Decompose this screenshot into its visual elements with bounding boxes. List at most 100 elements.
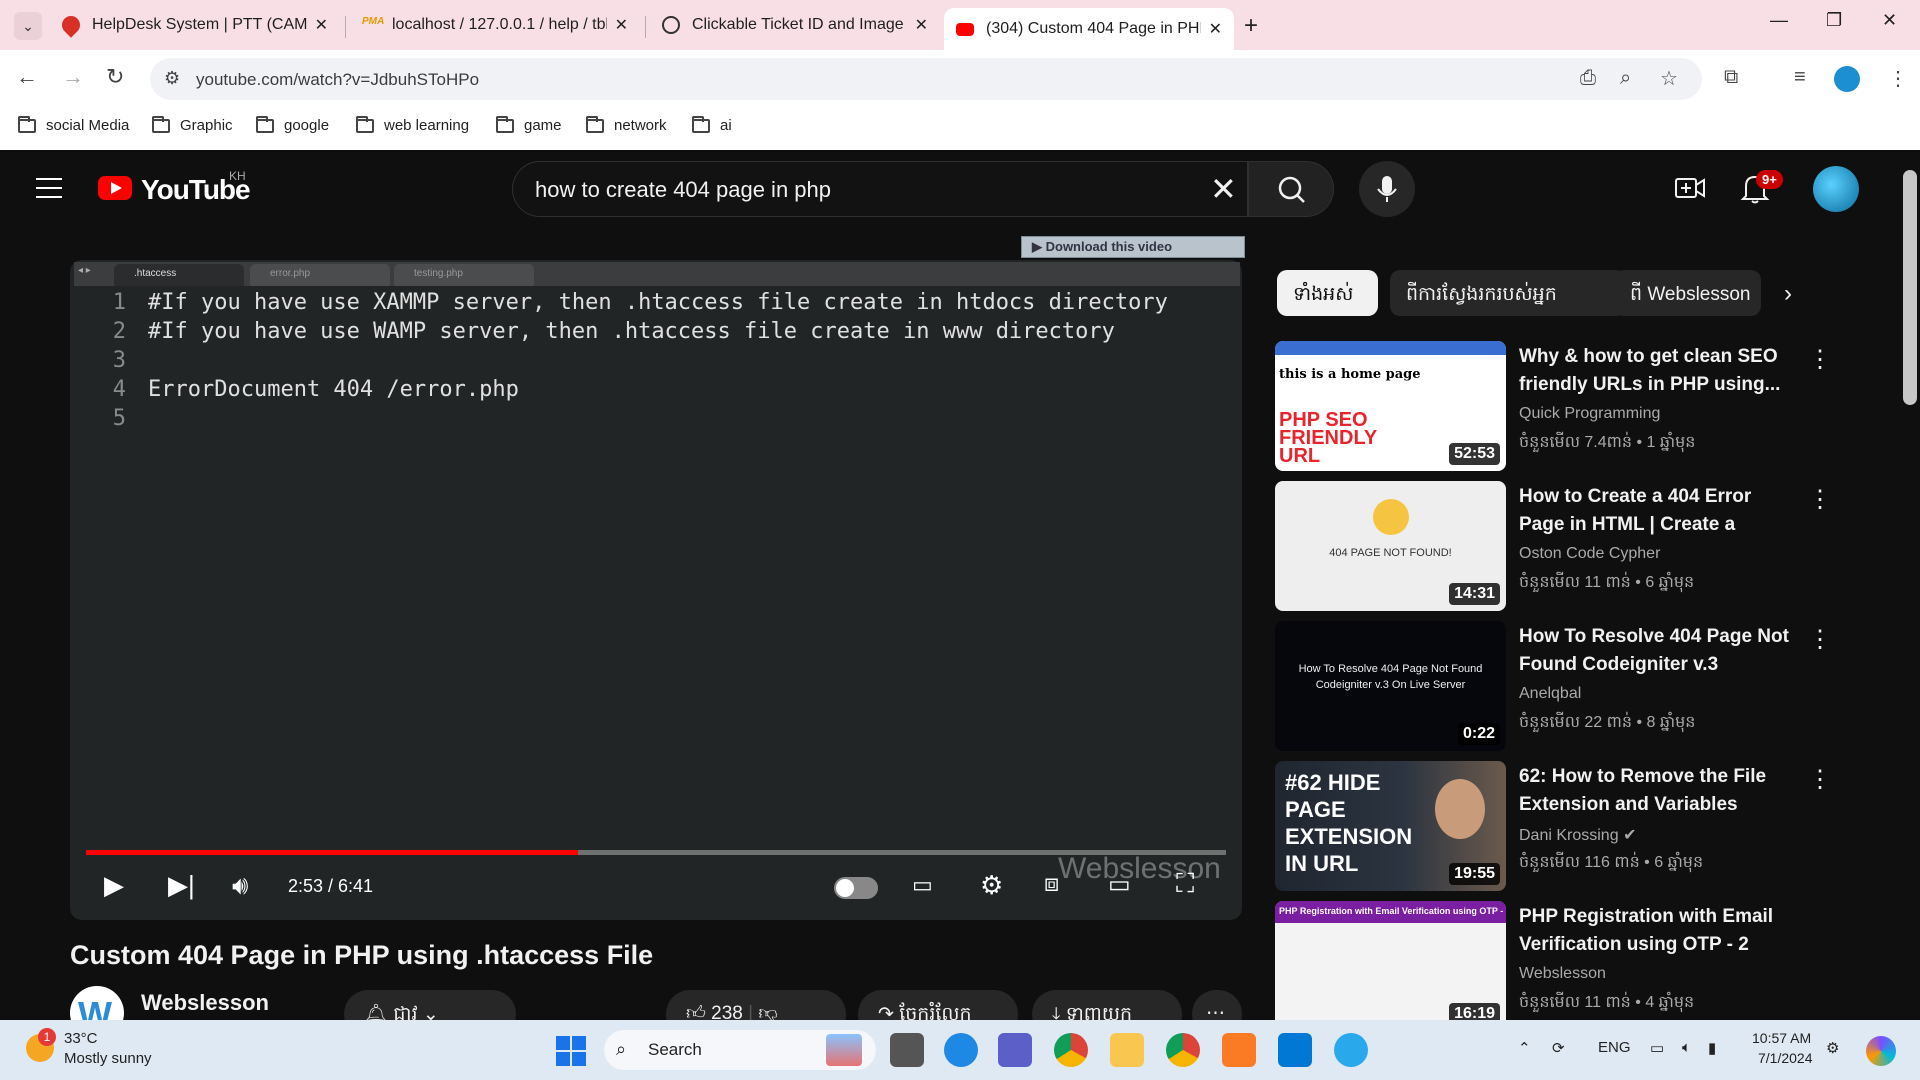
recommended-video[interactable]: 404 PAGE NOT FOUND! 14:31 How to Create … (1275, 481, 1832, 611)
video-thumbnail[interactable]: PHP Registration with Email Verification… (1275, 901, 1506, 1020)
xampp-icon[interactable] (1222, 1033, 1256, 1067)
bookmark-folder[interactable]: network (586, 115, 667, 134)
vscode-icon[interactable] (1278, 1033, 1312, 1067)
bookmark-star-icon[interactable]: ☆ (1660, 66, 1678, 91)
close-window-icon[interactable]: ✕ (1882, 10, 1897, 31)
close-icon[interactable]: ✕ (1209, 19, 1222, 39)
teams-icon[interactable] (998, 1033, 1032, 1067)
task-view-icon[interactable] (890, 1033, 924, 1067)
windows-start-icon[interactable] (556, 1036, 586, 1071)
taskbar-search-label[interactable]: Search (648, 1040, 702, 1060)
recommended-channel[interactable]: Dani Krossing ✔ (1519, 825, 1636, 845)
install-app-icon[interactable]: ⎙ (1580, 67, 1596, 90)
restore-icon[interactable]: ❐ (1826, 10, 1842, 31)
tray-chevron-up-icon[interactable]: ⌃ (1518, 1039, 1531, 1057)
bookmark-folder[interactable]: Graphic (152, 115, 233, 134)
new-tab-plus-icon[interactable]: + (1244, 12, 1258, 40)
recommended-video[interactable]: this is a home page PHP SEO FRIENDLY URL… (1275, 341, 1832, 471)
theater-mode-icon[interactable]: ▭ (1108, 870, 1131, 899)
download-video-button[interactable]: ▶ Download this video (1021, 236, 1245, 258)
hamburger-menu-icon[interactable] (36, 178, 62, 198)
video-thumbnail[interactable]: #62 HIDE PAGE EXTENSION IN URL 19:55 (1275, 761, 1506, 891)
battery-icon[interactable]: ▮ (1708, 1039, 1716, 1057)
chip-all[interactable]: ទាំងអស់ (1277, 270, 1378, 316)
tab-youtube-active[interactable]: (304) Custom 404 Page in PHP u ✕ (944, 8, 1234, 50)
bookmark-folder[interactable]: game (496, 115, 562, 134)
voice-search-button[interactable] (1359, 161, 1415, 217)
recommended-title[interactable]: How to Create a 404 Error Page in HTML |… (1519, 483, 1799, 539)
file-explorer-icon[interactable] (1110, 1033, 1144, 1067)
chip-from-channel[interactable]: ពី Webslesson (1614, 270, 1761, 316)
channel-name[interactable]: Webslesson (141, 990, 269, 1016)
copilot-icon[interactable] (1866, 1036, 1896, 1066)
bookmark-folder[interactable]: google (256, 115, 329, 134)
sync-icon[interactable]: ⟳ (1552, 1039, 1565, 1057)
minimize-icon[interactable]: — (1770, 10, 1788, 31)
clock-date[interactable]: 7/1/2024 (1758, 1050, 1813, 1066)
notification-center-icon[interactable]: ⚙ (1826, 1039, 1839, 1057)
language-indicator[interactable]: ENG (1598, 1039, 1631, 1056)
subtitles-icon[interactable]: ▭ (912, 872, 933, 898)
tab-search-chevron-icon[interactable]: ⌄ (14, 12, 42, 40)
close-icon[interactable]: ✕ (915, 15, 928, 35)
clock-time[interactable]: 10:57 AM (1752, 1030, 1811, 1046)
recommended-channel[interactable]: Webslesson (1519, 965, 1606, 983)
scrollbar-thumb[interactable] (1903, 170, 1917, 405)
recommended-video[interactable]: #62 HIDE PAGE EXTENSION IN URL 19:55 62:… (1275, 761, 1832, 891)
reload-icon[interactable]: ↻ (106, 64, 124, 90)
browser-menu-icon[interactable]: ⋮ (1888, 66, 1908, 91)
recommended-title[interactable]: 62: How to Remove the File Extension and… (1519, 763, 1799, 819)
tab-phpmyadmin[interactable]: PMA localhost / 127.0.0.1 / help / tbl ✕ (350, 8, 640, 42)
chrome-icon[interactable] (1054, 1033, 1088, 1067)
recommended-title[interactable]: Why & how to get clean SEO friendly URLs… (1519, 343, 1799, 399)
search-query-text[interactable]: how to create 404 page in php (535, 177, 831, 203)
forward-arrow-icon[interactable]: → (62, 64, 84, 90)
volume-icon[interactable]: 🔈︎ (1682, 1039, 1691, 1056)
bookmark-folder[interactable]: social Media (18, 115, 129, 134)
video-thumbnail[interactable]: 404 PAGE NOT FOUND! 14:31 (1275, 481, 1506, 611)
weather-temperature[interactable]: 33°C (64, 1030, 98, 1047)
more-options-icon[interactable]: ⋮ (1808, 345, 1832, 374)
tab-chatgpt[interactable]: Clickable Ticket ID and Image ✕ (650, 8, 940, 42)
volume-icon[interactable]: 🔊︎ (232, 870, 248, 902)
create-video-icon[interactable] (1674, 174, 1706, 207)
recommended-title[interactable]: How To Resolve 404 Page Not Found Codeig… (1519, 623, 1799, 679)
clear-search-icon[interactable]: ✕ (1210, 170, 1237, 208)
back-arrow-icon[interactable]: ← (16, 64, 38, 90)
video-thumbnail[interactable]: this is a home page PHP SEO FRIENDLY URL… (1275, 341, 1506, 471)
video-player[interactable] (70, 260, 1242, 920)
media-control-icon[interactable]: ≡ (1794, 66, 1806, 89)
autoplay-toggle[interactable] (834, 877, 878, 899)
recommended-title[interactable]: PHP Registration with Email Verification… (1519, 903, 1795, 959)
telegram-icon[interactable] (1334, 1033, 1368, 1067)
account-avatar[interactable] (1813, 166, 1859, 212)
more-options-icon[interactable]: ⋮ (1808, 485, 1832, 514)
chevron-right-icon[interactable]: › (1784, 280, 1792, 308)
next-video-icon[interactable]: ▶| (168, 870, 195, 901)
site-info-icon[interactable]: ⚙ (164, 68, 180, 89)
chip-from-search[interactable]: ពីការស្វែងរករបស់អ្នក (1390, 270, 1626, 316)
weather-description[interactable]: Mostly sunny (64, 1050, 152, 1067)
edge-browser-icon[interactable] (944, 1033, 978, 1067)
extensions-puzzle-icon[interactable]: ⧉ (1724, 66, 1738, 89)
fullscreen-icon[interactable]: ⛶ (1176, 868, 1194, 900)
miniplayer-icon[interactable]: ⧈ (1044, 870, 1059, 898)
settings-gear-icon[interactable]: ⚙ (980, 870, 1003, 901)
youtube-logo-icon[interactable] (98, 176, 132, 200)
bookmark-folder[interactable]: web learning (356, 115, 469, 134)
close-icon[interactable]: ✕ (615, 15, 628, 35)
recommended-video[interactable]: PHP Registration with Email Verification… (1275, 901, 1795, 1020)
url-text[interactable]: youtube.com/watch?v=JdbuhSToHPo (196, 70, 479, 90)
recommended-channel[interactable]: Anelqbal (1519, 685, 1581, 703)
more-options-icon[interactable]: ⋮ (1808, 625, 1832, 654)
video-thumbnail[interactable]: How To Resolve 404 Page Not Found Codeig… (1275, 621, 1506, 751)
search-button[interactable] (1248, 161, 1334, 217)
bookmark-folder[interactable]: ai (692, 115, 732, 134)
recommended-channel[interactable]: Quick Programming (1519, 405, 1660, 423)
chrome-profile-icon[interactable] (1166, 1033, 1200, 1067)
recommended-video[interactable]: How To Resolve 404 Page Not Found Codeig… (1275, 621, 1832, 751)
zoom-icon[interactable]: ⌕ (1620, 67, 1631, 90)
close-icon[interactable]: ✕ (315, 15, 328, 35)
profile-avatar-icon[interactable] (1834, 66, 1860, 92)
more-options-icon[interactable]: ⋮ (1808, 765, 1832, 794)
